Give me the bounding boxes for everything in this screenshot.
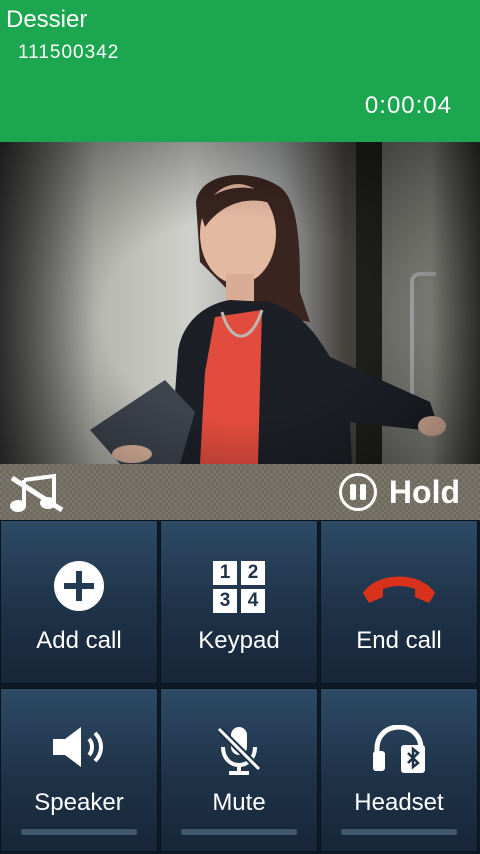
mute-label: Mute bbox=[212, 789, 266, 816]
speaker-icon bbox=[53, 727, 103, 767]
add-call-icon bbox=[54, 561, 104, 611]
end-call-button[interactable]: End call bbox=[320, 520, 478, 684]
headset-indicator bbox=[341, 829, 457, 835]
music-off-icon[interactable] bbox=[8, 472, 64, 514]
headset-button[interactable]: Headset bbox=[320, 688, 478, 852]
call-timer: 0:00:04 bbox=[364, 92, 452, 119]
caller-photo bbox=[0, 142, 480, 464]
hold-button[interactable]: Hold bbox=[338, 470, 460, 514]
end-call-icon bbox=[363, 576, 435, 603]
caller-name: Dessier bbox=[6, 6, 88, 33]
keypad-digit: 2 bbox=[241, 561, 265, 585]
keypad-digit: 4 bbox=[241, 589, 265, 613]
speaker-button[interactable]: Speaker bbox=[0, 688, 158, 852]
call-header: Dessier 111500342 0:00:04 bbox=[0, 0, 480, 142]
headset-label: Headset bbox=[354, 789, 444, 816]
photo-vignette bbox=[0, 142, 480, 464]
mic-off-icon bbox=[216, 726, 262, 775]
caller-number: 111500342 bbox=[18, 42, 120, 63]
add-call-button[interactable]: Add call bbox=[0, 520, 158, 684]
speaker-label: Speaker bbox=[34, 789, 124, 816]
mute-indicator bbox=[181, 829, 297, 835]
pause-icon bbox=[338, 473, 377, 511]
mute-button[interactable]: Mute bbox=[160, 688, 318, 852]
keypad-digit: 1 bbox=[213, 561, 237, 585]
keypad-button[interactable]: 1 2 3 4 Keypad bbox=[160, 520, 318, 684]
speaker-indicator bbox=[21, 829, 137, 835]
in-call-control-bar: Hold bbox=[0, 464, 480, 520]
headset-icon bbox=[373, 725, 425, 773]
add-call-label: Add call bbox=[36, 627, 122, 654]
hold-label: Hold bbox=[388, 473, 460, 510]
end-call-label: End call bbox=[356, 627, 442, 654]
keypad-digit: 3 bbox=[213, 589, 237, 613]
keypad-label: Keypad bbox=[198, 627, 280, 654]
keypad-icon: 1 2 3 4 bbox=[213, 561, 265, 613]
